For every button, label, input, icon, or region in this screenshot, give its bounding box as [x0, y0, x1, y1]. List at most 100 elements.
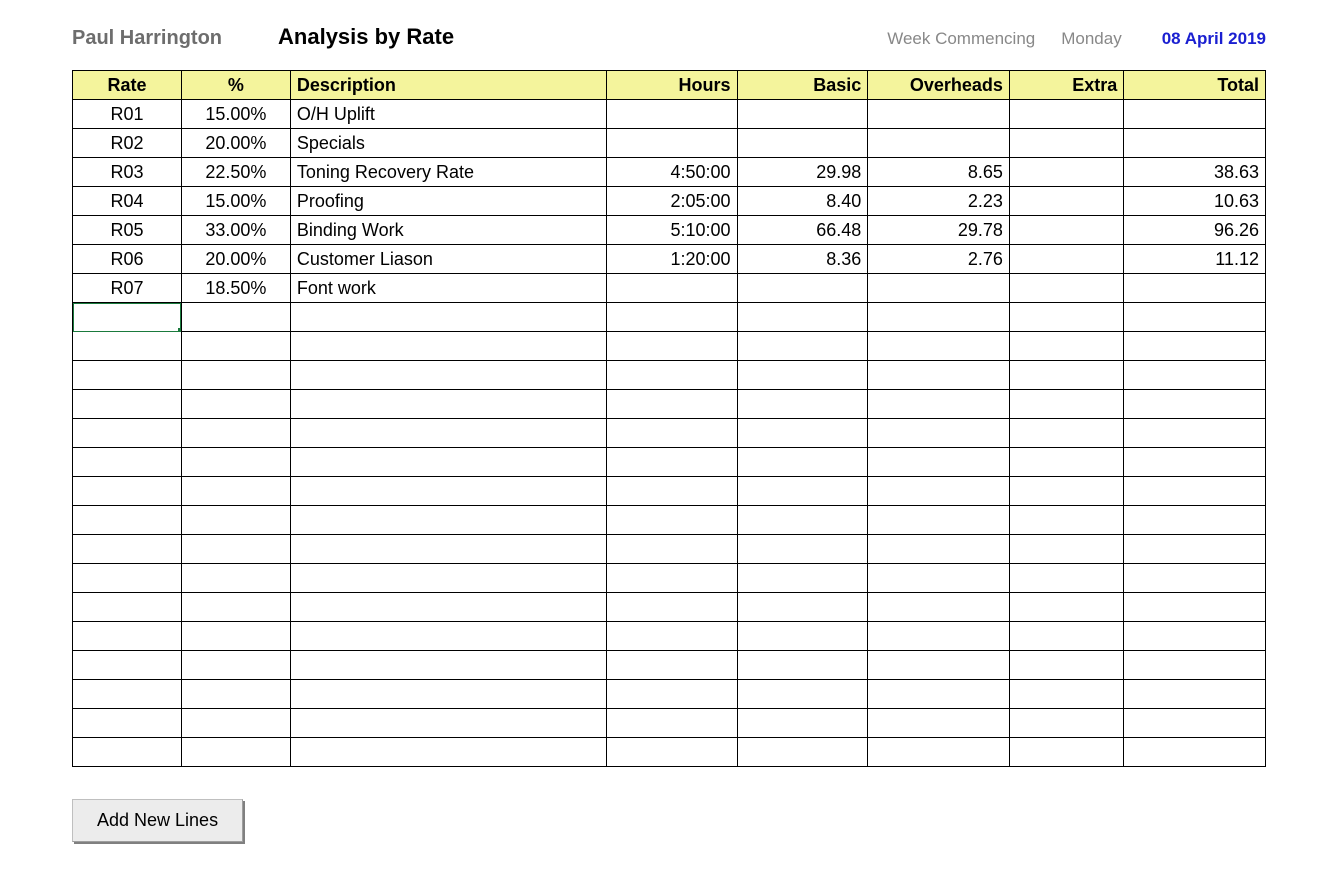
- table-row[interactable]: [73, 680, 1266, 709]
- table-row[interactable]: [73, 622, 1266, 651]
- cell-description[interactable]: Specials: [290, 129, 606, 158]
- cell-extra[interactable]: [1009, 622, 1123, 651]
- cell-rate[interactable]: R07: [73, 274, 182, 303]
- cell-overheads[interactable]: [868, 361, 1010, 390]
- table-row[interactable]: [73, 361, 1266, 390]
- cell-rate[interactable]: R06: [73, 245, 182, 274]
- cell-basic[interactable]: [737, 477, 868, 506]
- cell-extra[interactable]: [1009, 506, 1123, 535]
- cell-overheads[interactable]: [868, 506, 1010, 535]
- cell-hours[interactable]: [606, 361, 737, 390]
- cell-hours[interactable]: [606, 506, 737, 535]
- cell-extra[interactable]: [1009, 332, 1123, 361]
- cell-total[interactable]: 10.63: [1124, 187, 1266, 216]
- cell-hours[interactable]: [606, 651, 737, 680]
- table-row[interactable]: [73, 564, 1266, 593]
- cell-overheads[interactable]: [868, 564, 1010, 593]
- cell-basic[interactable]: [737, 448, 868, 477]
- cell-total[interactable]: [1124, 332, 1266, 361]
- cell-description[interactable]: [290, 419, 606, 448]
- table-row[interactable]: R0415.00%Proofing2:05:008.402.2310.63: [73, 187, 1266, 216]
- table-row[interactable]: R0322.50%Toning Recovery Rate4:50:0029.9…: [73, 158, 1266, 187]
- cell-total[interactable]: [1124, 477, 1266, 506]
- cell-total[interactable]: [1124, 535, 1266, 564]
- cell-overheads[interactable]: [868, 651, 1010, 680]
- cell-extra[interactable]: [1009, 390, 1123, 419]
- cell-percent[interactable]: [181, 390, 290, 419]
- cell-percent[interactable]: [181, 332, 290, 361]
- cell-total[interactable]: [1124, 303, 1266, 332]
- cell-hours[interactable]: [606, 564, 737, 593]
- cell-description[interactable]: [290, 506, 606, 535]
- table-row[interactable]: R0533.00%Binding Work5:10:0066.4829.7896…: [73, 216, 1266, 245]
- cell-percent[interactable]: 15.00%: [181, 100, 290, 129]
- cell-overheads[interactable]: [868, 477, 1010, 506]
- cell-total[interactable]: [1124, 129, 1266, 158]
- cell-hours[interactable]: [606, 100, 737, 129]
- cell-overheads[interactable]: [868, 622, 1010, 651]
- cell-basic[interactable]: [737, 100, 868, 129]
- cell-description[interactable]: [290, 593, 606, 622]
- cell-hours[interactable]: 5:10:00: [606, 216, 737, 245]
- cell-rate[interactable]: [73, 651, 182, 680]
- cell-basic[interactable]: [737, 535, 868, 564]
- cell-percent[interactable]: [181, 535, 290, 564]
- cell-total[interactable]: 11.12: [1124, 245, 1266, 274]
- cell-total[interactable]: [1124, 419, 1266, 448]
- cell-total[interactable]: [1124, 593, 1266, 622]
- cell-overheads[interactable]: [868, 332, 1010, 361]
- cell-percent[interactable]: [181, 419, 290, 448]
- cell-percent[interactable]: [181, 622, 290, 651]
- cell-percent[interactable]: [181, 593, 290, 622]
- cell-hours[interactable]: [606, 303, 737, 332]
- cell-hours[interactable]: [606, 419, 737, 448]
- cell-extra[interactable]: [1009, 564, 1123, 593]
- cell-extra[interactable]: [1009, 245, 1123, 274]
- cell-total[interactable]: [1124, 709, 1266, 738]
- cell-rate[interactable]: [73, 680, 182, 709]
- cell-total[interactable]: [1124, 738, 1266, 767]
- cell-extra[interactable]: [1009, 303, 1123, 332]
- table-row[interactable]: R0115.00%O/H Uplift: [73, 100, 1266, 129]
- table-row[interactable]: [73, 448, 1266, 477]
- cell-overheads[interactable]: [868, 680, 1010, 709]
- cell-extra[interactable]: [1009, 274, 1123, 303]
- table-row[interactable]: [73, 651, 1266, 680]
- cell-rate[interactable]: [73, 332, 182, 361]
- cell-rate[interactable]: [73, 448, 182, 477]
- cell-rate[interactable]: R02: [73, 129, 182, 158]
- cell-hours[interactable]: [606, 332, 737, 361]
- cell-basic[interactable]: [737, 651, 868, 680]
- cell-rate[interactable]: [73, 390, 182, 419]
- cell-basic[interactable]: [737, 361, 868, 390]
- cell-description[interactable]: [290, 680, 606, 709]
- table-row[interactable]: [73, 477, 1266, 506]
- cell-overheads[interactable]: [868, 709, 1010, 738]
- cell-description[interactable]: Customer Liason: [290, 245, 606, 274]
- cell-rate[interactable]: R01: [73, 100, 182, 129]
- cell-total[interactable]: [1124, 100, 1266, 129]
- table-row[interactable]: [73, 535, 1266, 564]
- cell-description[interactable]: [290, 390, 606, 419]
- cell-hours[interactable]: [606, 709, 737, 738]
- cell-extra[interactable]: [1009, 361, 1123, 390]
- cell-description[interactable]: [290, 303, 606, 332]
- cell-percent[interactable]: [181, 477, 290, 506]
- cell-basic[interactable]: [737, 303, 868, 332]
- cell-total[interactable]: [1124, 680, 1266, 709]
- add-new-lines-button[interactable]: Add New Lines: [72, 799, 243, 842]
- cell-total[interactable]: [1124, 651, 1266, 680]
- cell-overheads[interactable]: [868, 100, 1010, 129]
- cell-description[interactable]: Binding Work: [290, 216, 606, 245]
- table-row[interactable]: R0220.00%Specials: [73, 129, 1266, 158]
- cell-extra[interactable]: [1009, 158, 1123, 187]
- cell-hours[interactable]: [606, 535, 737, 564]
- table-row[interactable]: [73, 709, 1266, 738]
- cell-percent[interactable]: 18.50%: [181, 274, 290, 303]
- cell-rate[interactable]: [73, 709, 182, 738]
- cell-extra[interactable]: [1009, 738, 1123, 767]
- cell-percent[interactable]: [181, 303, 290, 332]
- cell-hours[interactable]: 4:50:00: [606, 158, 737, 187]
- cell-basic[interactable]: [737, 332, 868, 361]
- cell-total[interactable]: 96.26: [1124, 216, 1266, 245]
